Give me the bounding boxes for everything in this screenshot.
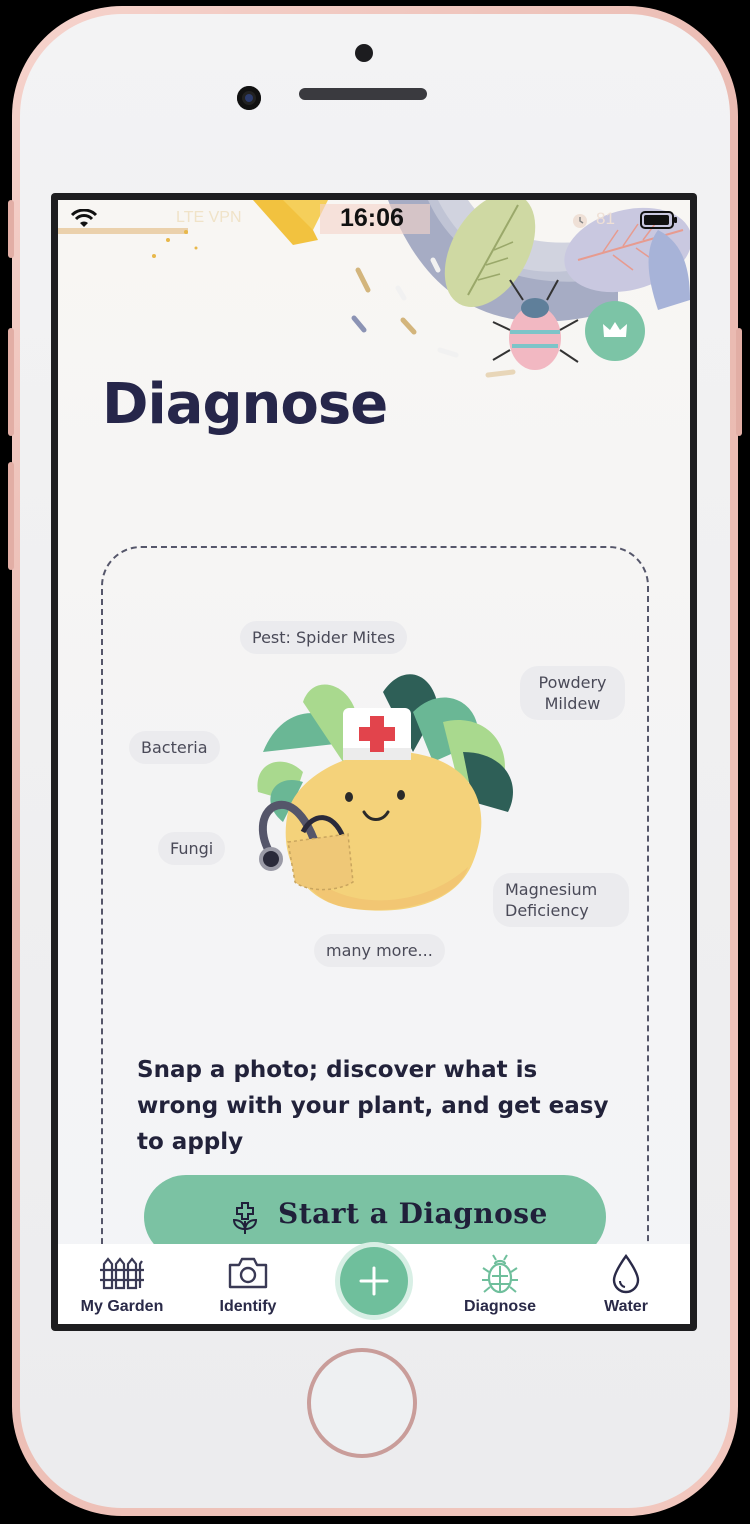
tag-fungi: Fungi (158, 832, 226, 865)
tab-my-garden-label: My Garden (80, 1298, 164, 1315)
premium-button[interactable] (585, 301, 645, 361)
tab-identify[interactable]: Identify (188, 1244, 308, 1324)
earpiece-speaker (299, 88, 427, 100)
tag-bacteria: Bacteria (129, 731, 220, 764)
volume-up-button (8, 328, 14, 436)
tab-diagnose[interactable]: Diagnose (440, 1244, 560, 1324)
water-drop-icon (612, 1254, 640, 1294)
battery-percent: 81 (596, 209, 615, 228)
tag-powdery-mildew: Powdery Mildew (520, 666, 625, 720)
tab-diagnose-label: Diagnose (463, 1298, 536, 1315)
carrier-label: LTE VPN (176, 209, 242, 226)
wifi-icon (70, 209, 98, 227)
tag-pest-spider-mites: Pest: Spider Mites (240, 621, 408, 654)
crown-icon (603, 322, 627, 337)
proximity-sensor (355, 44, 373, 62)
bug-icon (482, 1254, 518, 1294)
add-plant-button[interactable] (340, 1247, 408, 1315)
status-bar: LTE VPN 16:06 81 (58, 200, 690, 240)
plant-doctor-illustration (257, 674, 513, 911)
power-button (736, 328, 742, 436)
fence-icon (100, 1257, 144, 1290)
tab-water-label: Water (604, 1298, 648, 1315)
diagnose-description: Snap a photo; discover what is wrong wit… (137, 1057, 609, 1155)
mute-switch (8, 200, 14, 258)
plus-icon (359, 1266, 389, 1296)
tab-water[interactable]: Water (566, 1244, 686, 1324)
battery-icon (640, 211, 677, 229)
app-screen: LTE VPN 16:06 81 Diagnose Pest: Spider M… (58, 200, 690, 1324)
camera-icon (228, 1257, 268, 1289)
tab-my-garden[interactable]: My Garden (62, 1244, 182, 1324)
tag-many-more: many more... (314, 934, 445, 967)
volume-down-button (8, 462, 14, 570)
page-title: Diagnose (102, 372, 388, 437)
home-button[interactable] (307, 1348, 417, 1458)
bottom-tab-bar: My Garden Identify Diagnose Water (58, 1244, 690, 1324)
front-camera (237, 86, 261, 110)
alarm-icon (573, 214, 587, 228)
plant-medical-icon (232, 1202, 258, 1234)
tab-identify-label: Identify (219, 1298, 277, 1315)
start-diagnose-label: Start a Diagnose (278, 1197, 548, 1230)
status-time: 16:06 (340, 204, 404, 232)
